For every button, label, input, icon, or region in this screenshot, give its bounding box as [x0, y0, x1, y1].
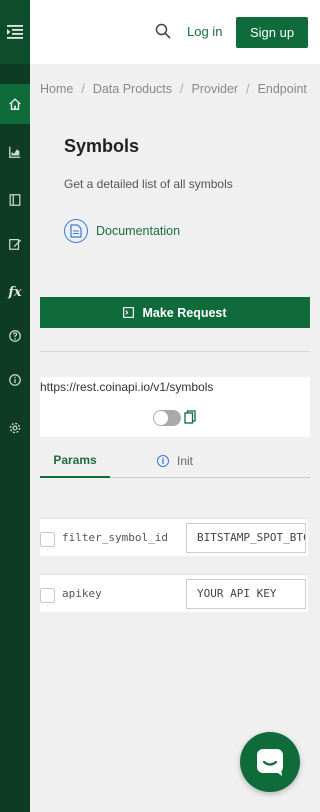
chat-launcher-button[interactable]	[240, 732, 300, 792]
breadcrumb-item-provider[interactable]: Provider	[192, 82, 239, 96]
param-checkbox[interactable]	[40, 532, 55, 547]
tab-params[interactable]: Params	[40, 444, 110, 478]
info-icon	[9, 374, 21, 386]
breadcrumb-item-home[interactable]: Home	[40, 82, 73, 96]
sidebar-item-edit[interactable]	[0, 224, 30, 264]
sidebar-item-functions[interactable]: fx	[0, 272, 30, 312]
sidebar-item-home[interactable]	[0, 84, 30, 124]
toggle-knob	[154, 411, 168, 425]
request-url-panel: https://rest.coinapi.io/v1/symbols	[40, 377, 310, 437]
sidebar-item-info[interactable]	[0, 360, 30, 400]
param-row: apikey YOUR API KEY	[40, 574, 308, 612]
breadcrumb-item-data-products[interactable]: Data Products	[93, 82, 172, 96]
param-name: apikey	[62, 587, 102, 600]
search-icon[interactable]	[155, 23, 171, 39]
make-request-button[interactable]: Make Request	[40, 297, 310, 328]
request-url: https://rest.coinapi.io/v1/symbols	[40, 380, 214, 394]
tab-init[interactable]: i Init	[157, 444, 193, 478]
request-tabs: Params i Init	[40, 444, 310, 478]
chart-icon	[9, 146, 21, 158]
sidebar: fx	[0, 0, 30, 812]
home-icon	[9, 98, 21, 110]
menu-icon	[7, 25, 23, 39]
make-request-label: Make Request	[142, 305, 227, 320]
page-title: Symbols	[64, 136, 140, 156]
divider	[40, 351, 310, 352]
breadcrumb: Home / Data Products / Provider / Endpoint	[40, 82, 307, 96]
param-checkbox[interactable]	[40, 588, 55, 603]
breadcrumb-separator: /	[81, 82, 85, 96]
sidebar-item-charts[interactable]	[0, 132, 30, 172]
param-row: filter_symbol_id BITSTAMP_SPOT_BTC	[40, 518, 308, 556]
top-header: Log in Sign up	[30, 0, 320, 64]
terminal-icon	[123, 307, 135, 318]
help-icon	[9, 330, 21, 342]
info-icon: i	[157, 455, 169, 467]
tab-init-label: Init	[177, 454, 194, 468]
sidebar-item-docs[interactable]	[0, 180, 30, 220]
page-subtitle: Get a detailed list of all symbols	[64, 177, 233, 191]
book-icon	[9, 194, 21, 206]
url-toggle-switch[interactable]	[153, 410, 181, 426]
chat-icon	[257, 749, 283, 776]
param-value-input[interactable]: BITSTAMP_SPOT_BTC	[186, 523, 306, 553]
edit-icon	[9, 239, 22, 250]
menu-toggle-button[interactable]	[0, 0, 30, 64]
sidebar-item-help[interactable]	[0, 316, 30, 356]
documentation-link[interactable]: Documentation	[96, 224, 180, 238]
param-value-input[interactable]: YOUR API KEY	[186, 579, 306, 609]
login-link[interactable]: Log in	[187, 24, 222, 39]
breadcrumb-item-endpoint: Endpoint	[257, 82, 307, 96]
fx-icon: fx	[8, 284, 22, 300]
breadcrumb-separator: /	[180, 82, 184, 96]
copy-icon[interactable]	[184, 410, 196, 424]
param-name: filter_symbol_id	[62, 531, 168, 544]
sidebar-item-settings[interactable]	[0, 408, 30, 448]
document-icon[interactable]	[64, 219, 88, 243]
settings-icon	[9, 422, 21, 434]
signup-button[interactable]: Sign up	[236, 17, 308, 48]
breadcrumb-separator: /	[246, 82, 250, 96]
